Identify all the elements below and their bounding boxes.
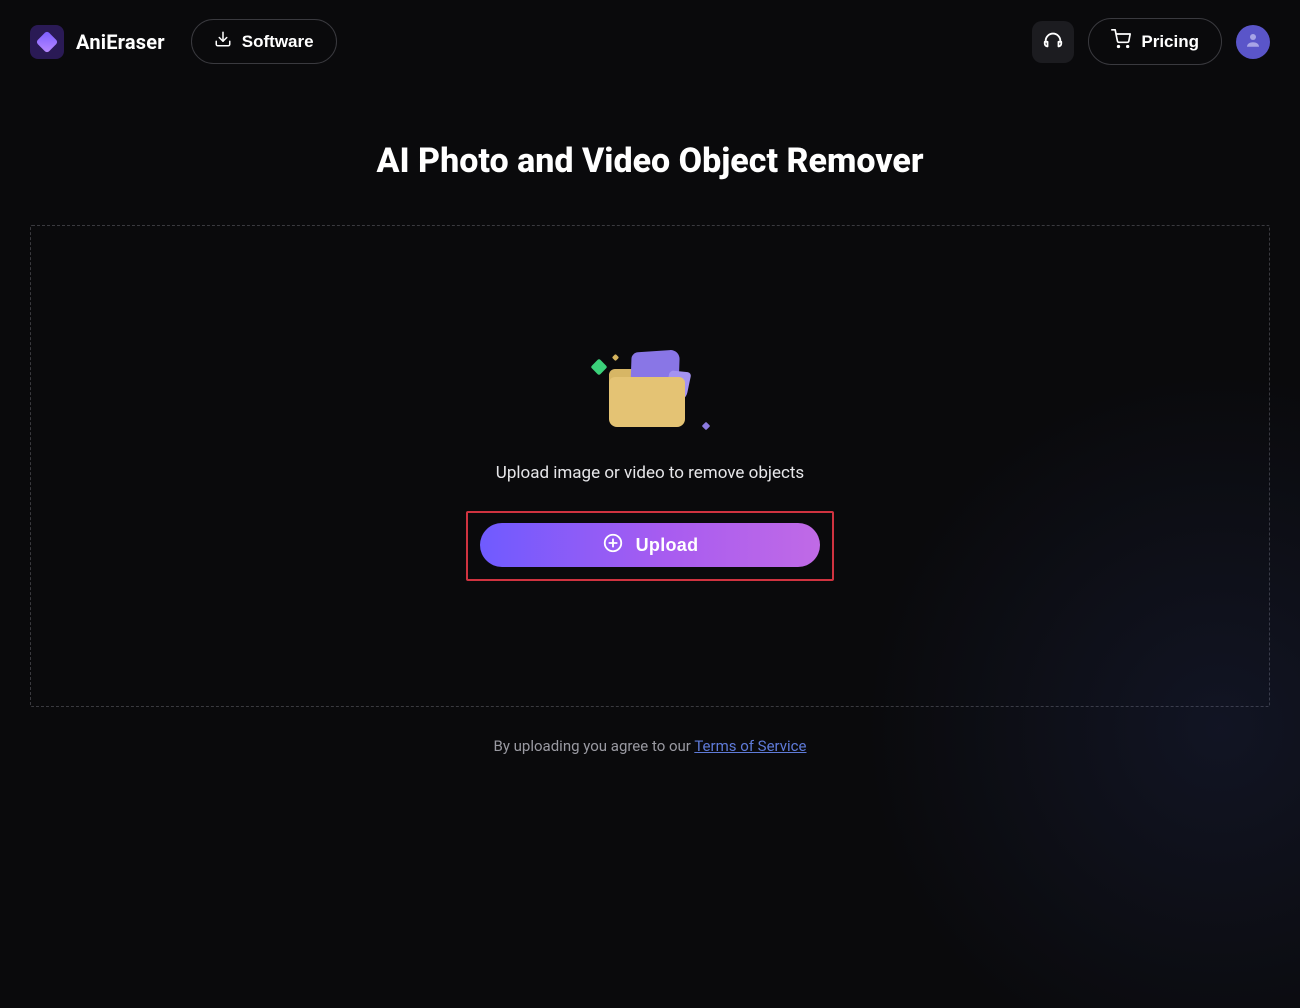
- software-label: Software: [242, 32, 314, 52]
- header: AniEraser Software Pricing: [0, 0, 1300, 83]
- tos-link[interactable]: Terms of Service: [694, 737, 806, 755]
- header-left: AniEraser Software: [30, 19, 337, 64]
- upload-button[interactable]: Upload: [480, 523, 820, 567]
- upload-highlight-box: Upload: [466, 511, 834, 581]
- upload-dropzone[interactable]: Upload image or video to remove objects …: [30, 225, 1270, 707]
- cart-icon: [1111, 29, 1131, 54]
- headset-icon: [1042, 29, 1064, 55]
- download-icon: [214, 30, 232, 53]
- plus-circle-icon: [602, 532, 624, 559]
- support-button[interactable]: [1032, 21, 1074, 63]
- upload-label: Upload: [636, 535, 699, 556]
- page-title: AI Photo and Video Object Remover: [30, 141, 1270, 181]
- brand-name: AniEraser: [76, 30, 165, 54]
- avatar[interactable]: [1236, 25, 1270, 59]
- main: AI Photo and Video Object Remover Upload…: [0, 83, 1300, 755]
- folder-illustration-icon: [595, 351, 705, 435]
- logo-icon: [30, 25, 64, 59]
- brand[interactable]: AniEraser: [30, 25, 165, 59]
- drop-hint: Upload image or video to remove objects: [496, 463, 804, 483]
- header-right: Pricing: [1032, 18, 1270, 65]
- pricing-button[interactable]: Pricing: [1088, 18, 1222, 65]
- software-button[interactable]: Software: [191, 19, 337, 64]
- tos-text: By uploading you agree to our Terms of S…: [30, 737, 1270, 755]
- pricing-label: Pricing: [1141, 32, 1199, 52]
- tos-prefix: By uploading you agree to our: [494, 737, 695, 755]
- user-icon: [1244, 31, 1262, 53]
